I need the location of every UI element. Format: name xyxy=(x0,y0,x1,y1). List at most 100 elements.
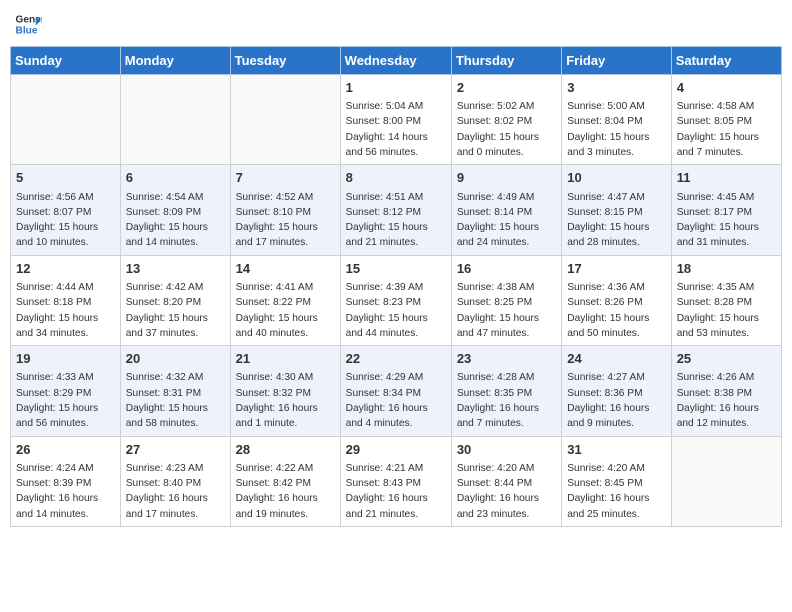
day-number: 15 xyxy=(346,260,446,278)
day-number: 28 xyxy=(236,441,335,459)
calendar-cell: 29 Sunrise: 4:21 AMSunset: 8:43 PMDayligh… xyxy=(340,436,451,526)
day-info: Sunrise: 4:26 AMSunset: 8:38 PMDaylight:… xyxy=(677,372,759,429)
calendar-cell: 27 Sunrise: 4:23 AMSunset: 8:40 PMDayligh… xyxy=(120,436,230,526)
calendar-cell: 12 Sunrise: 4:44 AMSunset: 8:18 PMDayligh… xyxy=(11,255,121,345)
day-info: Sunrise: 4:24 AMSunset: 8:39 PMDaylight:… xyxy=(16,463,98,520)
calendar-week-row: 12 Sunrise: 4:44 AMSunset: 8:18 PMDayligh… xyxy=(11,255,782,345)
day-info: Sunrise: 4:52 AMSunset: 8:10 PMDaylight:… xyxy=(236,192,318,249)
calendar-week-row: 5Sunrise: 4:56 AMSunset: 8:07 PMDaylight… xyxy=(11,165,782,255)
calendar-cell: 11 Sunrise: 4:45 AMSunset: 8:17 PMDayligh… xyxy=(671,165,781,255)
calendar-cell: 13 Sunrise: 4:42 AMSunset: 8:20 PMDayligh… xyxy=(120,255,230,345)
calendar-cell xyxy=(671,436,781,526)
weekday-header-monday: Monday xyxy=(120,47,230,75)
day-info: Sunrise: 4:42 AMSunset: 8:20 PMDaylight:… xyxy=(126,282,208,339)
day-number: 31 xyxy=(567,441,665,459)
calendar-cell: 10 Sunrise: 4:47 AMSunset: 8:15 PMDayligh… xyxy=(562,165,671,255)
day-number: 20 xyxy=(126,350,225,368)
day-number: 22 xyxy=(346,350,446,368)
day-number: 13 xyxy=(126,260,225,278)
day-number: 27 xyxy=(126,441,225,459)
weekday-header-sunday: Sunday xyxy=(11,47,121,75)
day-number: 26 xyxy=(16,441,115,459)
calendar-cell xyxy=(120,75,230,165)
calendar-cell: 3 Sunrise: 5:00 AMSunset: 8:04 PMDaylight… xyxy=(562,75,671,165)
day-number: 12 xyxy=(16,260,115,278)
day-number: 16 xyxy=(457,260,556,278)
calendar-cell: 8 Sunrise: 4:51 AMSunset: 8:12 PMDaylight… xyxy=(340,165,451,255)
day-info: Sunrise: 4:20 AMSunset: 8:45 PMDaylight:… xyxy=(567,463,649,520)
day-info: Sunrise: 4:35 AMSunset: 8:28 PMDaylight:… xyxy=(677,282,759,339)
day-info: Sunrise: 4:32 AMSunset: 8:31 PMDaylight:… xyxy=(126,372,208,429)
day-info: Sunrise: 4:44 AMSunset: 8:18 PMDaylight:… xyxy=(16,282,98,339)
day-info: Sunrise: 4:38 AMSunset: 8:25 PMDaylight:… xyxy=(457,282,539,339)
calendar-cell: 4Sunrise: 4:58 AMSunset: 8:05 PMDaylight… xyxy=(671,75,781,165)
day-info: Sunrise: 4:49 AMSunset: 8:14 PMDaylight:… xyxy=(457,192,539,249)
calendar-cell: 7Sunrise: 4:52 AMSunset: 8:10 PMDaylight… xyxy=(230,165,340,255)
day-info: Sunrise: 4:23 AMSunset: 8:40 PMDaylight:… xyxy=(126,463,208,520)
day-number: 19 xyxy=(16,350,115,368)
day-number: 2 xyxy=(457,79,556,97)
calendar-cell xyxy=(11,75,121,165)
logo: General Blue xyxy=(14,10,42,38)
calendar-cell: 20 Sunrise: 4:32 AMSunset: 8:31 PMDayligh… xyxy=(120,346,230,436)
day-number: 21 xyxy=(236,350,335,368)
day-number: 6 xyxy=(126,169,225,187)
day-number: 25 xyxy=(677,350,776,368)
day-info: Sunrise: 4:28 AMSunset: 8:35 PMDaylight:… xyxy=(457,372,539,429)
calendar-cell: 26 Sunrise: 4:24 AMSunset: 8:39 PMDayligh… xyxy=(11,436,121,526)
calendar-week-row: 1Sunrise: 5:04 AMSunset: 8:00 PMDaylight… xyxy=(11,75,782,165)
day-number: 3 xyxy=(567,79,665,97)
weekday-header-thursday: Thursday xyxy=(451,47,561,75)
calendar-cell: 14 Sunrise: 4:41 AMSunset: 8:22 PMDayligh… xyxy=(230,255,340,345)
calendar-cell: 17 Sunrise: 4:36 AMSunset: 8:26 PMDayligh… xyxy=(562,255,671,345)
day-number: 9 xyxy=(457,169,556,187)
day-info: Sunrise: 4:41 AMSunset: 8:22 PMDaylight:… xyxy=(236,282,318,339)
day-number: 18 xyxy=(677,260,776,278)
day-info: Sunrise: 4:54 AMSunset: 8:09 PMDaylight:… xyxy=(126,192,208,249)
calendar-cell: 5Sunrise: 4:56 AMSunset: 8:07 PMDaylight… xyxy=(11,165,121,255)
day-info: Sunrise: 4:30 AMSunset: 8:32 PMDaylight:… xyxy=(236,372,318,429)
day-info: Sunrise: 4:56 AMSunset: 8:07 PMDaylight:… xyxy=(16,192,98,249)
calendar-cell: 15 Sunrise: 4:39 AMSunset: 8:23 PMDayligh… xyxy=(340,255,451,345)
calendar-cell: 16 Sunrise: 4:38 AMSunset: 8:25 PMDayligh… xyxy=(451,255,561,345)
calendar-week-row: 26 Sunrise: 4:24 AMSunset: 8:39 PMDayligh… xyxy=(11,436,782,526)
calendar-cell: 19Sunrise: 4:33 AMSunset: 8:29 PMDayligh… xyxy=(11,346,121,436)
weekday-header-friday: Friday xyxy=(562,47,671,75)
weekday-header-wednesday: Wednesday xyxy=(340,47,451,75)
calendar-cell: 22 Sunrise: 4:29 AMSunset: 8:34 PMDayligh… xyxy=(340,346,451,436)
day-number: 10 xyxy=(567,169,665,187)
day-info: Sunrise: 4:21 AMSunset: 8:43 PMDaylight:… xyxy=(346,463,428,520)
day-info: Sunrise: 4:45 AMSunset: 8:17 PMDaylight:… xyxy=(677,192,759,249)
calendar-week-row: 19Sunrise: 4:33 AMSunset: 8:29 PMDayligh… xyxy=(11,346,782,436)
calendar-cell: 23 Sunrise: 4:28 AMSunset: 8:35 PMDayligh… xyxy=(451,346,561,436)
day-number: 17 xyxy=(567,260,665,278)
calendar-cell: 2Sunrise: 5:02 AMSunset: 8:02 PMDaylight… xyxy=(451,75,561,165)
calendar-cell: 21 Sunrise: 4:30 AMSunset: 8:32 PMDayligh… xyxy=(230,346,340,436)
day-number: 8 xyxy=(346,169,446,187)
weekday-header-saturday: Saturday xyxy=(671,47,781,75)
day-info: Sunrise: 4:39 AMSunset: 8:23 PMDaylight:… xyxy=(346,282,428,339)
day-number: 29 xyxy=(346,441,446,459)
day-number: 11 xyxy=(677,169,776,187)
calendar-cell: 31 Sunrise: 4:20 AMSunset: 8:45 PMDayligh… xyxy=(562,436,671,526)
calendar-cell: 6 Sunrise: 4:54 AMSunset: 8:09 PMDaylight… xyxy=(120,165,230,255)
day-info: Sunrise: 4:22 AMSunset: 8:42 PMDaylight:… xyxy=(236,463,318,520)
calendar-cell: 9 Sunrise: 4:49 AMSunset: 8:14 PMDaylight… xyxy=(451,165,561,255)
calendar-cell: 30 Sunrise: 4:20 AMSunset: 8:44 PMDayligh… xyxy=(451,436,561,526)
day-number: 23 xyxy=(457,350,556,368)
calendar-cell: 28 Sunrise: 4:22 AMSunset: 8:42 PMDayligh… xyxy=(230,436,340,526)
day-number: 14 xyxy=(236,260,335,278)
calendar-cell: 24 Sunrise: 4:27 AMSunset: 8:36 PMDayligh… xyxy=(562,346,671,436)
day-info: Sunrise: 4:20 AMSunset: 8:44 PMDaylight:… xyxy=(457,463,539,520)
day-number: 30 xyxy=(457,441,556,459)
day-info: Sunrise: 4:47 AMSunset: 8:15 PMDaylight:… xyxy=(567,192,649,249)
day-info: Sunrise: 4:36 AMSunset: 8:26 PMDaylight:… xyxy=(567,282,649,339)
day-info: Sunrise: 5:00 AMSunset: 8:04 PMDaylight:… xyxy=(567,101,649,158)
day-number: 24 xyxy=(567,350,665,368)
day-info: Sunrise: 4:29 AMSunset: 8:34 PMDaylight:… xyxy=(346,372,428,429)
calendar-cell: 18 Sunrise: 4:35 AMSunset: 8:28 PMDayligh… xyxy=(671,255,781,345)
svg-text:Blue: Blue xyxy=(16,25,38,36)
day-info: Sunrise: 4:51 AMSunset: 8:12 PMDaylight:… xyxy=(346,192,428,249)
day-info: Sunrise: 4:27 AMSunset: 8:36 PMDaylight:… xyxy=(567,372,649,429)
page-header: General Blue xyxy=(10,10,782,38)
